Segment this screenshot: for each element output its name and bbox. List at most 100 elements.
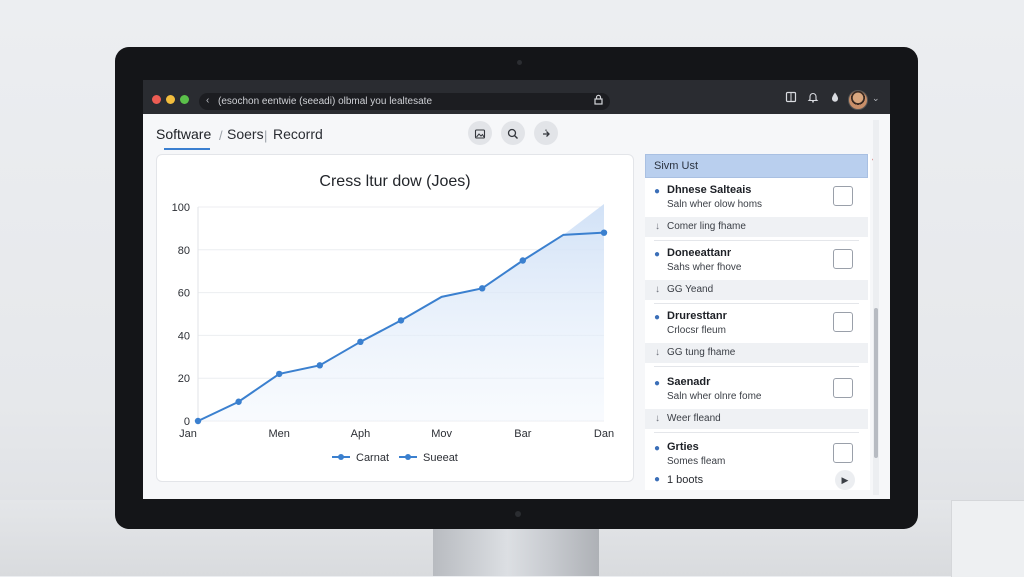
data-point: [357, 338, 364, 346]
monitor-stand: [433, 527, 599, 576]
search-icon: [507, 128, 518, 139]
data-point: [194, 417, 202, 425]
x-tick-label: Men: [268, 428, 289, 440]
pin-icon: ●: [654, 474, 661, 485]
tab-recorrd[interactable]: Recorrd: [273, 126, 323, 142]
tab-separator: |: [264, 128, 268, 143]
lock-icon: [594, 94, 603, 108]
image-button[interactable]: [468, 121, 492, 145]
list-item-subtitle: Crlocsr fleum: [667, 325, 726, 336]
side-object: [951, 500, 1024, 577]
x-tick-label: Mov: [431, 428, 452, 440]
webcam: [517, 60, 522, 65]
list-item-title: Dhnese Salteais: [667, 184, 752, 196]
legend-marker: [338, 454, 344, 460]
list-item-detail: GG Yeand: [667, 284, 714, 295]
chart-panel: Cress ltur dow (Joes) 0 20 40 60 80 100 Jan Men…: [156, 154, 634, 482]
search-button[interactable]: [501, 121, 525, 145]
scrollbar[interactable]: [873, 120, 879, 495]
x-tick-label: Bar: [514, 428, 531, 440]
close-window-button[interactable]: [152, 95, 161, 104]
link-icon: ↓: [655, 284, 660, 295]
share-button[interactable]: [534, 121, 558, 145]
y-tick-label: 60: [178, 288, 190, 300]
list-item-checkbox[interactable]: [833, 312, 853, 332]
back-arrow-icon[interactable]: ‹: [206, 95, 209, 106]
list-item-detail: GG tung fhame: [667, 347, 736, 358]
chevron-down-icon[interactable]: ⌄: [872, 93, 880, 104]
data-point: [276, 370, 283, 378]
pin-icon: ●: [654, 249, 661, 260]
tab-software[interactable]: Software: [156, 126, 211, 142]
tab-separator: /: [219, 128, 223, 143]
data-point: [397, 317, 405, 324]
list-item-detail-row: ↓ Weer fleand: [645, 409, 868, 429]
data-point: [479, 285, 486, 292]
list-divider: [654, 366, 859, 367]
title-bar: ‹ (esochon eentwie (seeadi) olbmal you l…: [143, 80, 890, 114]
list-divider: [654, 240, 859, 241]
footer-label: 1 boots: [667, 474, 704, 486]
list-item-checkbox[interactable]: [833, 378, 853, 398]
share-icon: [543, 129, 550, 137]
list-item-detail-row: ↓ GG tung fhame: [645, 343, 868, 363]
list-item-detail: Weer fleand: [667, 413, 721, 424]
x-tick-label: Dan: [594, 428, 614, 440]
legend-label: Sueeat: [423, 452, 458, 464]
tab-soers[interactable]: Soers: [227, 126, 264, 142]
list-item-title: Grties: [667, 441, 699, 453]
drop-icon[interactable]: [827, 91, 843, 107]
list-item-checkbox[interactable]: [833, 443, 853, 463]
side-list: Sivm Ust ● Dhnese Salteais Saln wher olow …: [645, 154, 870, 490]
x-tick-label: Aph: [351, 428, 371, 440]
power-indicator: [515, 511, 521, 517]
pin-icon: ●: [654, 312, 661, 323]
data-point: [519, 257, 526, 264]
link-icon: ↓: [655, 221, 660, 232]
list-divider: [654, 432, 859, 433]
pin-icon: ●: [654, 186, 661, 197]
list-item-title: Saenadr: [667, 376, 711, 388]
list-item-checkbox[interactable]: [833, 249, 853, 269]
x-tick-label: Jan: [179, 428, 197, 440]
legend-label: Carnat: [356, 452, 389, 464]
list-item-detail: Comer ling fhame: [667, 221, 746, 232]
legend-marker: [405, 454, 411, 460]
list-item-subtitle: Sahs wher fhove: [667, 262, 742, 273]
y-tick-label: 80: [178, 245, 190, 257]
link-icon: ↓: [655, 347, 660, 358]
image-icon: [474, 129, 486, 139]
list-footer: ● 1 boots ▶: [645, 470, 868, 490]
link-icon: ↓: [655, 413, 660, 424]
list-divider: [654, 303, 859, 304]
avatar[interactable]: [848, 90, 868, 110]
maximize-window-button[interactable]: [180, 95, 189, 104]
list-item-detail-row: ↓ Comer ling fhame: [645, 217, 868, 237]
data-point: [316, 362, 323, 369]
screen: ‹ (esochon eentwie (seeadi) olbmal you l…: [143, 80, 890, 499]
bell-icon[interactable]: [805, 91, 821, 107]
pin-icon: ●: [654, 378, 661, 389]
minimize-window-button[interactable]: [166, 95, 175, 104]
play-icon[interactable]: ▶: [835, 470, 855, 490]
line-chart: 0 20 40 60 80 100 Jan Men Aph Mov Bar Dan Carnat Suee…: [172, 202, 614, 464]
url-text: (esochon eentwie (seeadi) olbmal you lea…: [218, 96, 433, 107]
book-icon[interactable]: [783, 91, 799, 107]
list-item-subtitle: Saln wher olnre fome: [667, 391, 762, 402]
pin-icon: ●: [654, 443, 661, 454]
y-tick-label: 40: [178, 330, 190, 342]
y-tick-label: 20: [178, 373, 190, 385]
data-point: [600, 229, 608, 236]
active-tab-indicator: [164, 148, 210, 150]
data-point: [235, 398, 242, 405]
scroll-thumb[interactable]: [874, 308, 878, 458]
y-tick-label: 0: [184, 416, 190, 428]
list-item-title: Doneeattanr: [667, 247, 732, 259]
list-item-subtitle: Somes fleam: [667, 456, 726, 467]
address-bar[interactable]: ‹ (esochon eentwie (seeadi) olbmal you l…: [199, 93, 610, 110]
list-item-title: Druresttanr: [667, 310, 727, 322]
list-header: Sivm Ust: [645, 154, 868, 178]
y-tick-label: 100: [172, 202, 190, 214]
list-item-checkbox[interactable]: [833, 186, 853, 206]
list-item-detail-row: ↓ GG Yeand: [645, 280, 868, 300]
